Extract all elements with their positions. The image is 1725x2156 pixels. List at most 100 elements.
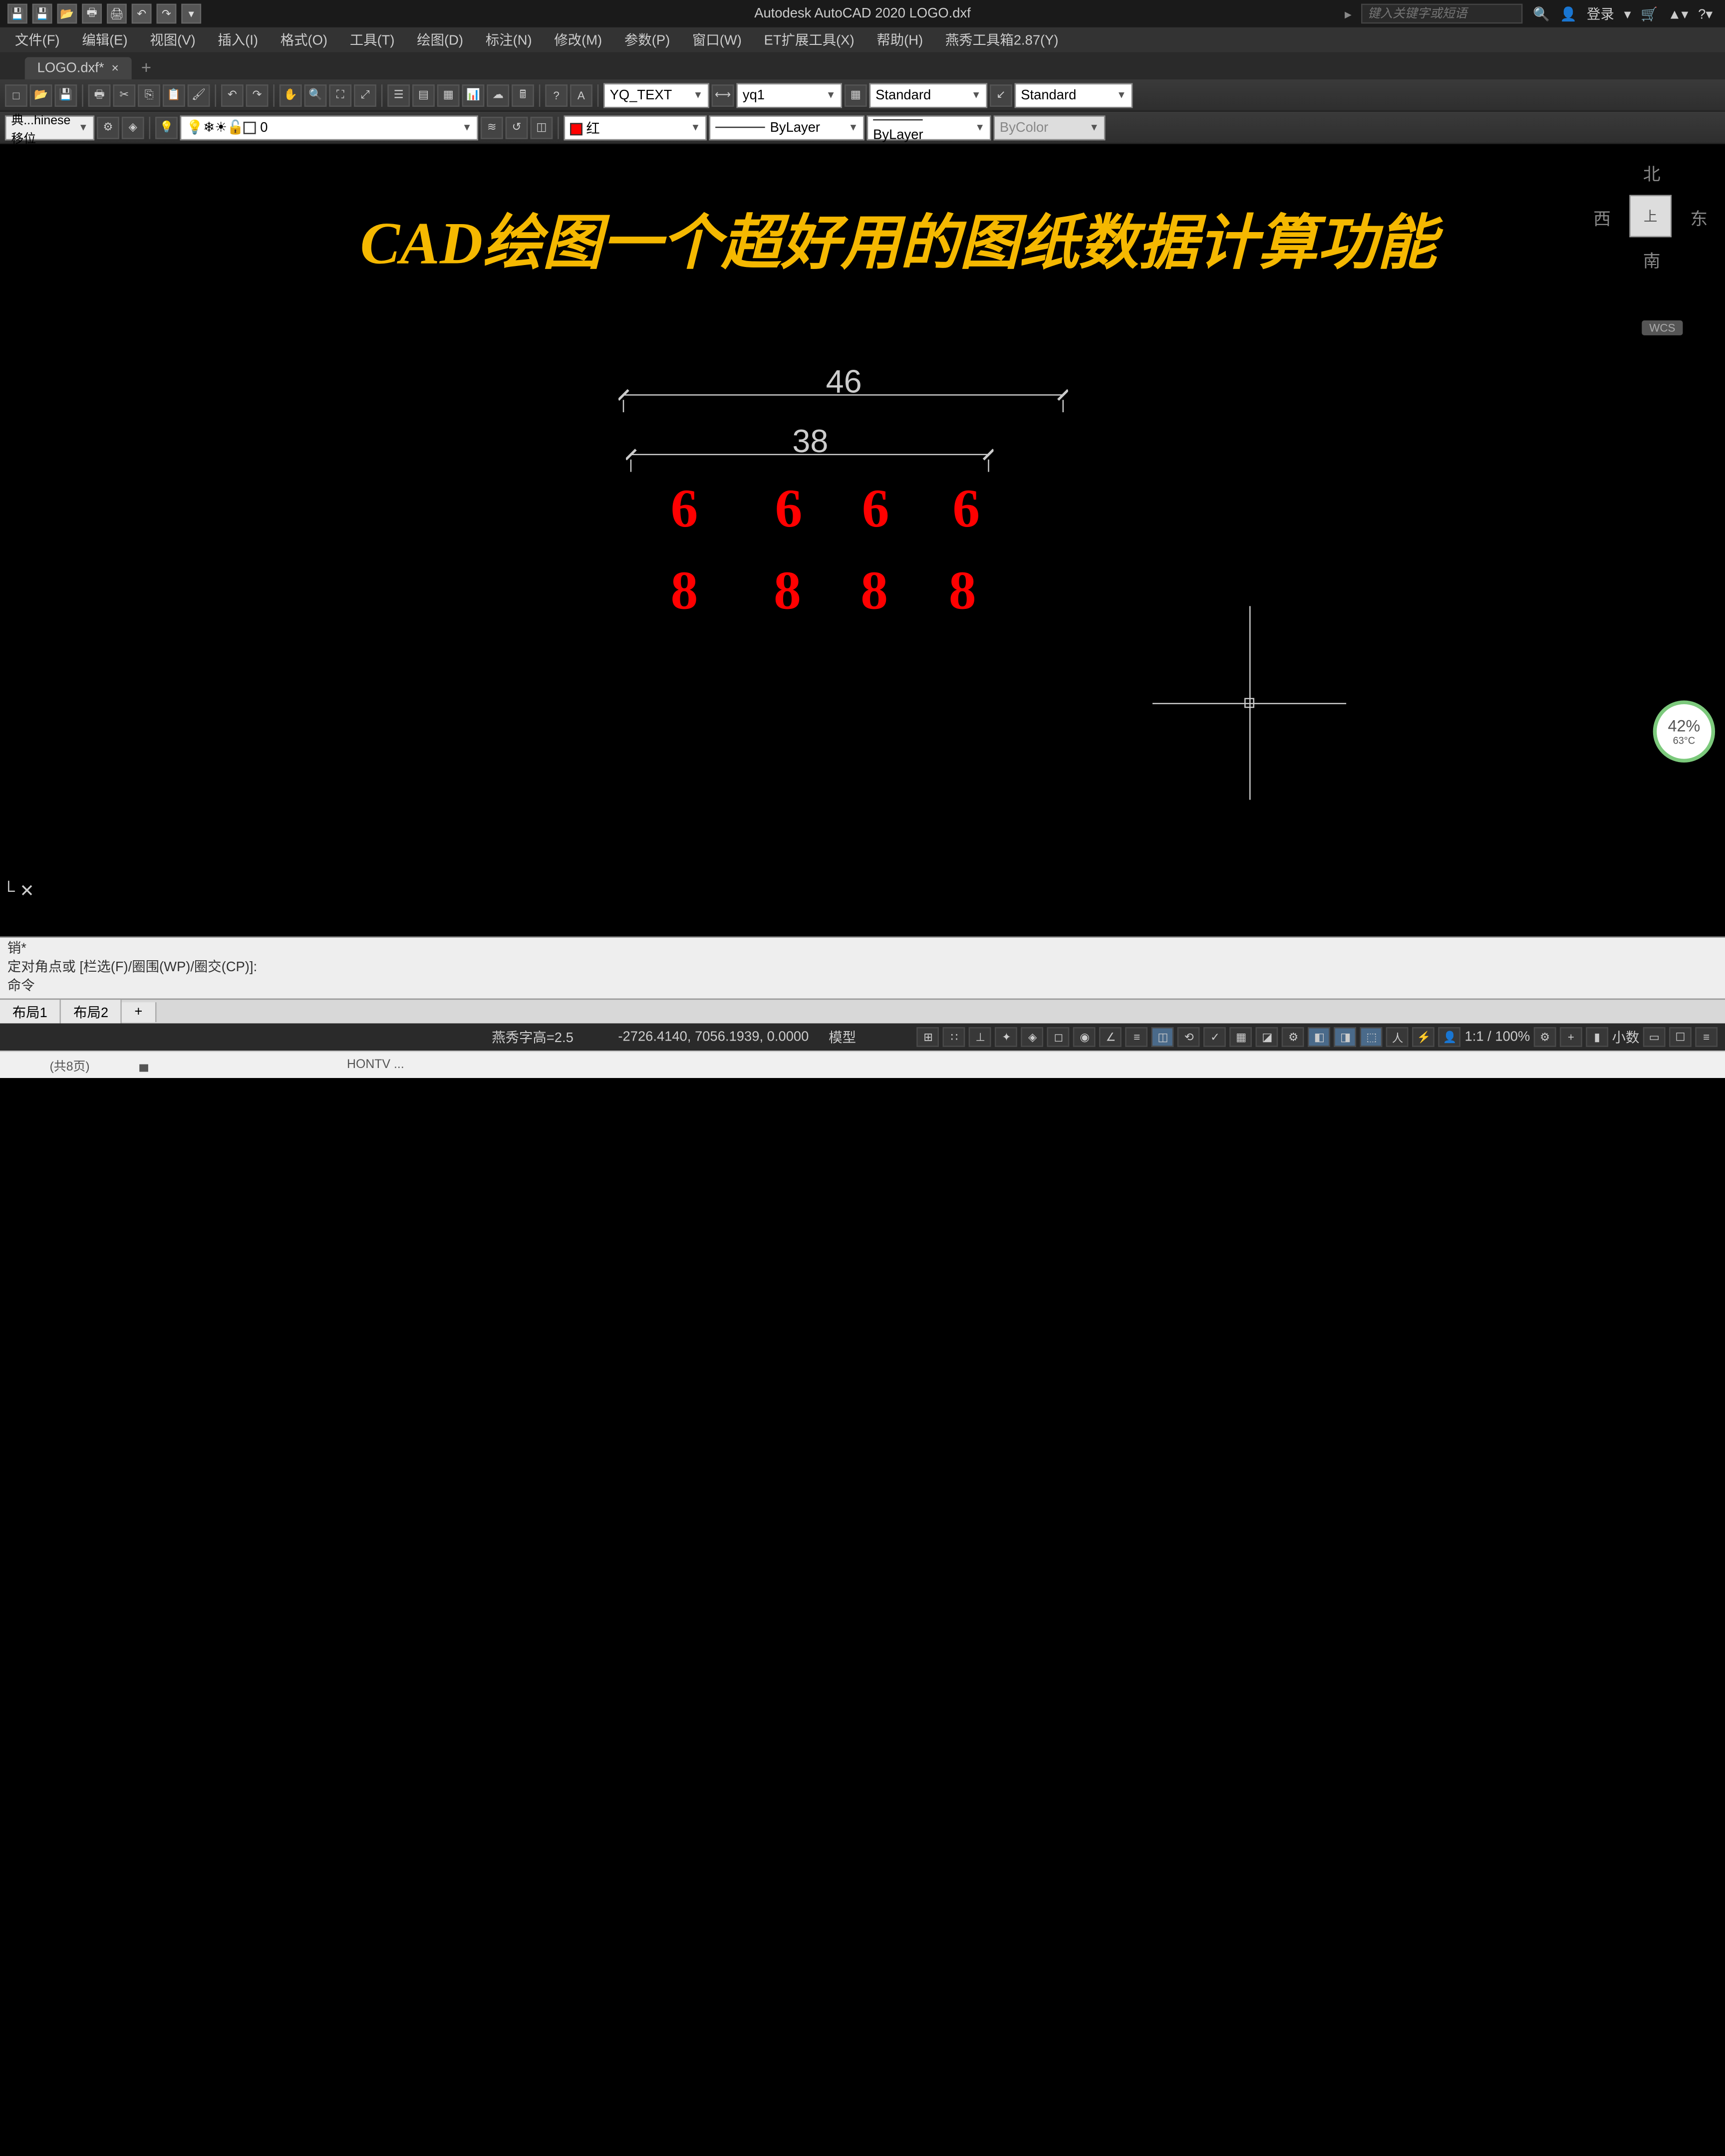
file-tab-add[interactable]: + — [131, 54, 161, 79]
sb-otrack-icon[interactable]: ∠ — [1100, 1027, 1122, 1047]
file-tab-active[interactable]: LOGO.dxf* × — [25, 57, 131, 79]
sb-annomon-icon[interactable]: ▦ — [1230, 1027, 1252, 1047]
tb-dim-icon[interactable]: ⟷ — [712, 84, 734, 106]
tb-properties-icon[interactable]: ☰ — [387, 84, 410, 106]
qat-more-icon[interactable]: ▾ — [181, 3, 201, 23]
sb-hwaccel-icon[interactable]: ⚡ — [1413, 1027, 1435, 1047]
status-decimal[interactable]: 小数 — [1612, 1027, 1640, 1047]
text-style-dropdown[interactable]: YQ_TEXT▼ — [603, 82, 709, 107]
tb-paste-icon[interactable]: 📋 — [163, 84, 185, 106]
tb-toolpalettes-icon[interactable]: ▦ — [437, 84, 460, 106]
sb-cleanon-icon[interactable]: ☐ — [1669, 1027, 1692, 1047]
sb-ucs-icon[interactable]: 人 — [1387, 1027, 1409, 1047]
sb-lwt-icon[interactable]: ≡ — [1126, 1027, 1148, 1047]
infocenter-arrow-icon[interactable]: ▸ — [1345, 5, 1352, 21]
tb-help-icon[interactable]: ? — [545, 84, 568, 106]
qat-save-icon[interactable]: 💾 — [7, 3, 27, 23]
viewcube-north[interactable]: 北 — [1643, 162, 1661, 187]
qat-plot-icon[interactable]: 🖶 — [82, 3, 102, 23]
viewcube-top-face[interactable]: 上 — [1629, 195, 1672, 238]
sb-3dosnap-icon[interactable]: ◉ — [1074, 1027, 1096, 1047]
status-model-button[interactable]: 模型 — [829, 1027, 856, 1047]
tb-calc-icon[interactable]: 🖩 — [512, 84, 534, 106]
tb-table-icon[interactable]: ▦ — [845, 84, 867, 106]
menu-view[interactable]: 视图(V) — [140, 27, 205, 52]
tb-mleader-icon[interactable]: ↙ — [990, 84, 1012, 106]
qat-saveas-icon[interactable]: 💾 — [32, 3, 52, 23]
help-icon[interactable]: ?▾ — [1698, 5, 1713, 21]
tb-layermatch-icon[interactable]: ≋ — [481, 116, 503, 139]
sb-annoscale-icon[interactable]: ◧ — [1308, 1027, 1331, 1047]
mleader-style-dropdown[interactable]: Standard▼ — [1015, 82, 1133, 107]
tb-text-icon[interactable]: A — [570, 84, 592, 106]
tb-layerstate-icon[interactable]: ◈ — [122, 116, 144, 139]
qat-open-icon[interactable]: 📂 — [57, 3, 77, 23]
menu-yanxiu[interactable]: 燕秀工具箱2.87(Y) — [935, 27, 1068, 52]
tb-zoom-icon[interactable]: 🔍 — [304, 84, 327, 106]
menu-dimension[interactable]: 标注(N) — [476, 27, 542, 52]
viewcube-east[interactable]: 东 — [1690, 206, 1708, 231]
tb-markup-icon[interactable]: ☁ — [487, 84, 509, 106]
tb-zoomext-icon[interactable]: ⤢ — [354, 84, 376, 106]
layer-dropdown[interactable]: 💡❄☀🔓0▼ — [180, 115, 478, 140]
menu-window[interactable]: 窗口(W) — [682, 27, 752, 52]
tb-sheetset-icon[interactable]: ▤ — [412, 84, 435, 106]
app-menu-icon[interactable]: ▲▾ — [1668, 5, 1688, 21]
search-icon[interactable]: 🔍 — [1533, 5, 1550, 21]
taskbar-item-1[interactable]: (共8页) — [50, 1056, 90, 1074]
wcs-badge[interactable]: WCS — [1642, 320, 1683, 335]
layout-tab-1[interactable]: 布局1 — [0, 999, 61, 1024]
lineweight-dropdown[interactable]: ByLayer▼ — [867, 115, 991, 140]
search-input[interactable] — [1362, 3, 1523, 23]
cart-icon[interactable]: 🛒 — [1641, 5, 1658, 21]
viewcube[interactable]: 北 南 东 西 上 — [1601, 166, 1700, 266]
tb-save-icon[interactable]: 💾 — [54, 84, 77, 106]
status-scale[interactable]: 1:1 / 100% — [1465, 1030, 1530, 1045]
tb-layerprops-icon[interactable]: ⚙ — [97, 116, 119, 139]
color-dropdown[interactable]: 红▼ — [564, 115, 707, 140]
menu-help[interactable]: 帮助(H) — [866, 27, 933, 52]
sb-ortho-icon[interactable]: ⊥ — [969, 1027, 992, 1047]
sb-plus-icon[interactable]: + — [1560, 1027, 1582, 1047]
tb-layerprev-icon[interactable]: ↺ — [506, 116, 528, 139]
menu-et[interactable]: ET扩展工具(X) — [754, 27, 864, 52]
tb-layeriso-icon[interactable]: ◫ — [530, 116, 553, 139]
sb-dwgcheck-icon[interactable]: ✓ — [1204, 1027, 1226, 1047]
sb-custom-icon[interactable]: ≡ — [1695, 1027, 1718, 1047]
viewcube-west[interactable]: 西 — [1593, 206, 1611, 231]
menu-modify[interactable]: 修改(M) — [544, 27, 612, 52]
menu-edit[interactable]: 编辑(E) — [72, 27, 137, 52]
sb-selcycle-icon[interactable]: ⟲ — [1178, 1027, 1200, 1047]
tb-open-icon[interactable]: 📂 — [30, 84, 52, 106]
qat-print-icon[interactable]: 🖨 — [107, 3, 127, 23]
sb-person-icon[interactable]: 👤 — [1438, 1027, 1461, 1047]
menu-format[interactable]: 格式(O) — [271, 27, 337, 52]
menu-tools[interactable]: 工具(T) — [340, 27, 404, 52]
tb-undo-icon[interactable]: ↶ — [221, 84, 244, 106]
login-menu-icon[interactable]: ▾ — [1624, 5, 1631, 21]
sb-iso-icon[interactable]: ◈ — [1021, 1027, 1044, 1047]
login-label[interactable]: 登录 — [1587, 3, 1614, 23]
sb-grid-icon[interactable]: ⊞ — [917, 1027, 939, 1047]
tb-redo-icon[interactable]: ↷ — [246, 84, 269, 106]
tb-new-icon[interactable]: □ — [5, 84, 27, 106]
tb-plot-icon[interactable]: 🖶 — [88, 84, 111, 106]
qat-undo-icon[interactable]: ↶ — [132, 3, 152, 23]
taskbar-item-2[interactable]: ▄ — [139, 1058, 148, 1072]
qat-redo-icon[interactable]: ↷ — [157, 3, 177, 23]
sb-gear-icon[interactable]: ⚙ — [1534, 1027, 1556, 1047]
menu-draw[interactable]: 绘图(D) — [407, 27, 473, 52]
model-space[interactable]: CAD绘图一个超好用的图纸数据计算功能 46 38 6 6 6 6 8 8 8 … — [0, 144, 1725, 937]
tb-layeron-icon[interactable]: 💡 — [155, 116, 178, 139]
tb-copy-icon[interactable]: ⎘ — [138, 84, 160, 106]
layout-tab-2[interactable]: 布局2 — [61, 999, 122, 1024]
tb-pan-icon[interactable]: ✋ — [280, 84, 302, 106]
sb-cleanoff-icon[interactable]: ▭ — [1643, 1027, 1666, 1047]
layout-tab-add[interactable]: + — [122, 1002, 156, 1022]
dim-style-dropdown[interactable]: yq1▼ — [736, 82, 842, 107]
sb-snap-icon[interactable]: ∷ — [943, 1027, 965, 1047]
sb-polar-icon[interactable]: ✦ — [995, 1027, 1018, 1047]
linetype-dropdown[interactable]: ByLayer▼ — [709, 115, 864, 140]
menu-param[interactable]: 参数(P) — [614, 27, 680, 52]
command-line[interactable]: 销* 定对角点或 [栏选(F)/圈围(WP)/圈交(CP)]: 命令 — [0, 936, 1725, 998]
